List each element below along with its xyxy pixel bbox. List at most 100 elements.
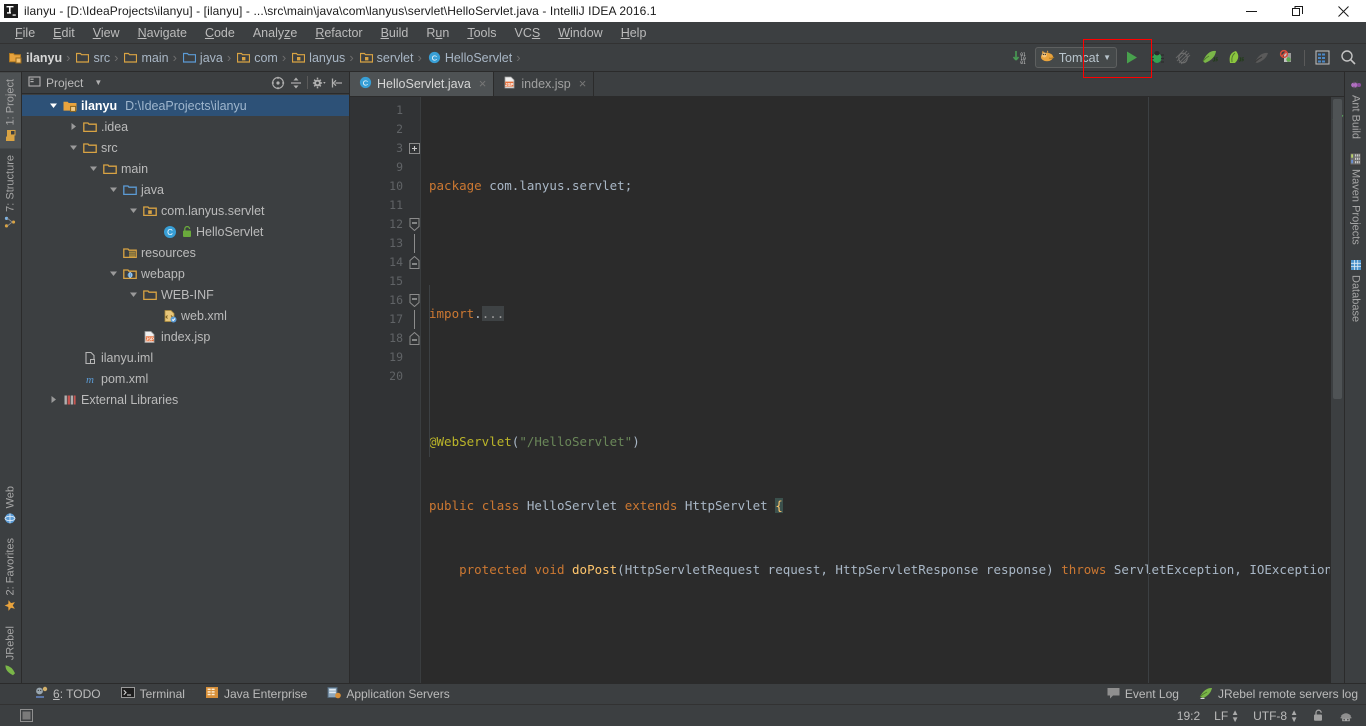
menu-edit[interactable]: Edit (44, 24, 84, 42)
tree-item-main[interactable]: main (22, 158, 349, 179)
stripe-button-favorites[interactable]: 2: Favorites (0, 531, 21, 618)
bottom-button-application-servers[interactable]: Application Servers (319, 684, 457, 704)
run-button[interactable] (1119, 46, 1143, 70)
menu-help[interactable]: Help (612, 24, 656, 42)
fold-collapse-dopost-end[interactable] (408, 253, 420, 272)
fold-collapse-doget-end[interactable] (408, 329, 420, 348)
settings-layout-icon[interactable] (1310, 46, 1334, 70)
menu-vcs[interactable]: VCS (506, 24, 550, 42)
chevron-down-icon[interactable] (126, 290, 141, 299)
fold-collapse-dopost-start[interactable] (408, 215, 420, 234)
breadcrumb-item-lanyus[interactable]: lanyus (287, 46, 348, 70)
tree-item-external-libraries[interactable]: External Libraries (22, 389, 349, 410)
chevron-down-icon[interactable] (126, 206, 141, 215)
caret-position[interactable]: 19:2 (1170, 709, 1207, 723)
tree-item-indexjsp[interactable]: JSP index.jsp (22, 326, 349, 347)
close-icon[interactable]: × (579, 76, 587, 91)
breadcrumb-item-java[interactable]: java (178, 46, 226, 70)
stripe-button-ant-build[interactable]: Ant Build (1345, 72, 1366, 146)
hide-panel-icon[interactable] (328, 74, 346, 92)
minimize-button[interactable] (1228, 0, 1274, 22)
run-configuration-selector[interactable]: Tomcat ▼ (1035, 47, 1117, 68)
chevron-down-icon[interactable] (46, 101, 61, 110)
tree-item-webinf[interactable]: WEB-INF (22, 284, 349, 305)
fold-expand-imports[interactable] (408, 139, 420, 158)
bottom-button-jrebel-log[interactable]: JRebel remote servers log (1191, 685, 1366, 704)
error-stripe-gutter[interactable] (1330, 97, 1344, 683)
editor-scrollbar-thumb[interactable] (1333, 99, 1342, 399)
update-project-icon[interactable]: 01 10 01 (1009, 46, 1033, 70)
stripe-button-web[interactable]: Web (0, 479, 21, 531)
jrebel-coverage-button[interactable] (1249, 46, 1273, 70)
readonly-lock-toggle[interactable] (1305, 709, 1332, 722)
breadcrumb-item-main[interactable]: main (119, 46, 171, 70)
tree-item-resources[interactable]: resources (22, 242, 349, 263)
tree-item-helloservlet[interactable]: C HelloServlet (22, 221, 349, 242)
tree-item-idea[interactable]: .idea (22, 116, 349, 137)
tab-index-jsp[interactable]: JSP index.jsp × (494, 71, 594, 96)
menu-build[interactable]: Build (372, 24, 418, 42)
collapse-all-icon[interactable] (287, 74, 305, 92)
tree-item-pomxml[interactable]: m pom.xml (22, 368, 349, 389)
settings-gear-icon[interactable] (310, 74, 328, 92)
project-panel-title-group[interactable]: Project ▼ (28, 75, 102, 91)
tree-item-package[interactable]: com.lanyus.servlet (22, 200, 349, 221)
folded-imports-placeholder[interactable]: ... (482, 306, 505, 321)
tree-item-iml[interactable]: ilanyu.iml (22, 347, 349, 368)
menu-refactor[interactable]: Refactor (306, 24, 371, 42)
chevron-down-icon[interactable] (86, 164, 101, 173)
file-encoding[interactable]: UTF-8 ▲▼ (1246, 709, 1305, 723)
coverage-button[interactable] (1171, 46, 1195, 70)
chevron-down-icon[interactable] (106, 269, 121, 278)
line-separator[interactable]: LF ▲▼ (1207, 709, 1246, 723)
tree-item-webapp[interactable]: webapp (22, 263, 349, 284)
tab-helloservlet-java[interactable]: C HelloServlet.java × (350, 71, 494, 96)
menu-file[interactable]: File (6, 24, 44, 42)
bottom-button-todo[interactable]: 6: TODO (26, 684, 109, 704)
chevron-right-icon[interactable] (46, 395, 61, 404)
tree-item-src[interactable]: src (22, 137, 349, 158)
bottom-button-java-enterprise[interactable]: Java Enterprise (197, 684, 315, 704)
stripe-button-jrebel[interactable]: JRebel (0, 619, 21, 683)
breadcrumb-item-helloservlet[interactable]: C HelloServlet (423, 46, 515, 70)
menu-code[interactable]: Code (196, 24, 244, 42)
breadcrumb-item-src[interactable]: src (71, 46, 113, 70)
jrebel-stop-button[interactable] (1275, 46, 1299, 70)
chevron-right-icon[interactable] (66, 122, 81, 131)
chevron-down-icon[interactable] (66, 143, 81, 152)
stripe-button-database[interactable]: Database (1345, 252, 1366, 329)
stripe-button-project[interactable]: 1: Project (0, 72, 21, 148)
hector-icon[interactable] (1332, 709, 1360, 723)
menu-navigate[interactable]: Navigate (129, 24, 196, 42)
code-text[interactable]: package com.lanyus.servlet; import.... @… (421, 97, 1330, 683)
menu-analyze[interactable]: Analyze (244, 24, 306, 42)
bottom-button-terminal[interactable]: Terminal (113, 684, 193, 704)
tree-item-label: java (141, 183, 164, 197)
fold-collapse-doget-start[interactable] (408, 291, 420, 310)
debug-button[interactable] (1145, 46, 1169, 70)
close-button[interactable] (1320, 0, 1366, 22)
scroll-from-source-icon[interactable] (269, 74, 287, 92)
tree-item-java[interactable]: java (22, 179, 349, 200)
breadcrumb-item-com[interactable]: com (232, 46, 281, 70)
chevron-down-icon[interactable] (106, 185, 121, 194)
jrebel-run-button[interactable]: JR (1197, 46, 1221, 70)
breadcrumb-item-ilanyu[interactable]: ilanyu (4, 46, 65, 70)
bottom-button-event-log[interactable]: Event Log (1099, 685, 1187, 704)
stripe-button-structure[interactable]: 7: Structure (0, 148, 21, 235)
stripe-button-maven-projects[interactable]: Maven Projects (1345, 146, 1366, 252)
menu-window[interactable]: Window (549, 24, 611, 42)
tree-item-webxml[interactable]: web.xml (22, 305, 349, 326)
menu-tools[interactable]: Tools (458, 24, 505, 42)
close-icon[interactable]: × (479, 76, 487, 91)
menu-view[interactable]: View (84, 24, 129, 42)
token-keyword: package (429, 178, 482, 193)
jrebel-debug-button[interactable]: JR (1223, 46, 1247, 70)
breadcrumb-item-servlet[interactable]: servlet (355, 46, 417, 70)
code-editor[interactable]: 1 2 3 9 10 11 12 13 14 15 16 17 18 19 20 (350, 97, 1344, 683)
menu-run[interactable]: Run (417, 24, 458, 42)
tree-item-ilanyu[interactable]: ilanyu D:\IdeaProjects\ilanyu (22, 95, 349, 116)
search-everywhere-icon[interactable] (1336, 46, 1360, 70)
maximize-button[interactable] (1274, 0, 1320, 22)
toggle-toolbar-icon[interactable] (20, 709, 40, 722)
